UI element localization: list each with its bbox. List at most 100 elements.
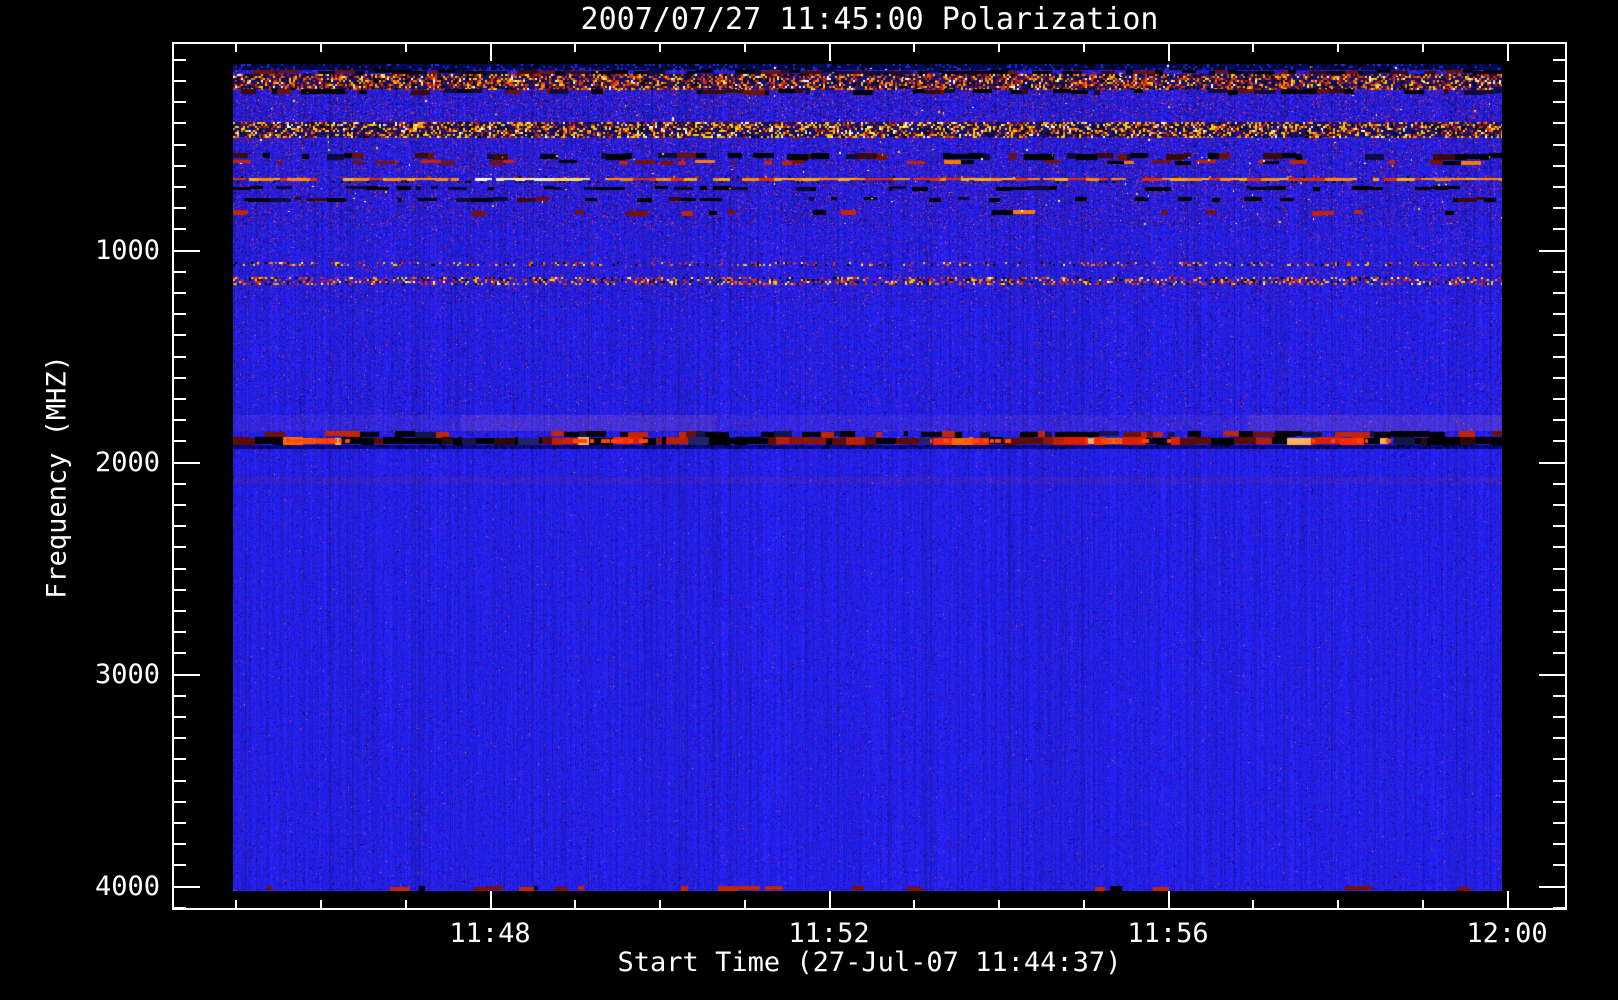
tick-mark	[574, 900, 576, 908]
tick-mark	[174, 886, 200, 888]
spectrogram-page: 2007/07/27 11:45:00 Polarization 1000 200…	[0, 0, 1618, 1000]
tick-mark	[1553, 907, 1565, 909]
tick-mark	[1083, 44, 1085, 52]
x-tick-label: 11:52	[788, 918, 870, 949]
spectrogram-image	[233, 64, 1502, 891]
tick-mark	[174, 504, 186, 506]
tick-mark	[320, 44, 322, 52]
tick-mark	[1553, 186, 1565, 188]
tick-mark	[174, 228, 186, 230]
tick-mark	[174, 843, 186, 845]
tick-mark	[1553, 398, 1565, 400]
tick-mark	[998, 900, 1000, 908]
x-tick-label: 11:48	[449, 918, 531, 949]
tick-mark	[1553, 207, 1565, 209]
y-tick-label: 4000	[94, 871, 160, 902]
tick-mark	[174, 483, 186, 485]
tick-mark	[174, 674, 200, 676]
tick-mark	[1553, 504, 1565, 506]
tick-mark	[1553, 101, 1565, 103]
tick-mark	[1553, 546, 1565, 548]
tick-mark	[1553, 822, 1565, 824]
tick-mark	[1553, 652, 1565, 654]
tick-mark	[1553, 568, 1565, 570]
tick-mark	[1553, 356, 1565, 358]
tick-mark	[1553, 144, 1565, 146]
y-tick-label: 1000	[94, 235, 160, 266]
tick-mark	[174, 695, 186, 697]
tick-mark	[1553, 864, 1565, 866]
tick-mark	[1553, 313, 1565, 315]
tick-mark	[1553, 440, 1565, 442]
tick-mark	[744, 900, 746, 908]
tick-mark	[174, 716, 186, 718]
tick-mark	[1553, 843, 1565, 845]
tick-mark	[574, 44, 576, 52]
tick-mark	[1507, 891, 1509, 908]
tick-mark	[174, 801, 186, 803]
tick-mark	[1553, 271, 1565, 273]
tick-mark	[1553, 122, 1565, 124]
x-tick-label: 11:56	[1127, 918, 1209, 949]
tick-mark	[174, 186, 186, 188]
tick-mark	[490, 44, 492, 61]
tick-mark	[174, 631, 186, 633]
tick-mark	[174, 737, 186, 739]
tick-mark	[1553, 610, 1565, 612]
tick-mark	[405, 900, 407, 908]
tick-mark	[405, 44, 407, 52]
tick-mark	[320, 900, 322, 908]
tick-mark	[1507, 44, 1509, 61]
tick-mark	[174, 165, 186, 167]
tick-mark	[174, 101, 186, 103]
tick-mark	[1553, 419, 1565, 421]
tick-mark	[174, 80, 186, 82]
tick-mark	[174, 525, 186, 527]
tick-mark	[1252, 44, 1254, 52]
tick-mark	[174, 758, 186, 760]
tick-mark	[1553, 589, 1565, 591]
tick-mark	[1539, 886, 1565, 888]
tick-mark	[1337, 44, 1339, 52]
tick-mark	[174, 780, 186, 782]
tick-mark	[235, 44, 237, 52]
tick-mark	[1553, 165, 1565, 167]
tick-mark	[490, 891, 492, 908]
tick-mark	[174, 652, 186, 654]
tick-mark	[1553, 695, 1565, 697]
tick-mark	[998, 44, 1000, 52]
tick-mark	[174, 377, 186, 379]
tick-mark	[174, 292, 186, 294]
x-axis-label: Start Time (27-Jul-07 11:44:37)	[617, 947, 1122, 978]
y-tick-label: 3000	[94, 659, 160, 690]
tick-mark	[1422, 900, 1424, 908]
tick-mark	[1553, 334, 1565, 336]
tick-mark	[1553, 59, 1565, 61]
tick-mark	[1553, 377, 1565, 379]
tick-mark	[174, 122, 186, 124]
tick-mark	[174, 334, 186, 336]
tick-mark	[174, 864, 186, 866]
tick-mark	[659, 900, 661, 908]
tick-mark	[1553, 80, 1565, 82]
tick-mark	[174, 589, 186, 591]
tick-mark	[1539, 674, 1565, 676]
tick-mark	[1553, 631, 1565, 633]
tick-mark	[174, 250, 200, 252]
tick-mark	[174, 462, 200, 464]
tick-mark	[913, 44, 915, 52]
y-axis-label: Frequency (MHZ)	[41, 355, 73, 599]
tick-mark	[913, 900, 915, 908]
tick-mark	[1252, 900, 1254, 908]
tick-mark	[174, 356, 186, 358]
tick-mark	[1553, 525, 1565, 527]
tick-mark	[829, 44, 831, 61]
tick-mark	[174, 271, 186, 273]
tick-mark	[174, 907, 186, 909]
tick-mark	[1553, 228, 1565, 230]
x-tick-label: 12:00	[1466, 918, 1548, 949]
tick-mark	[174, 207, 186, 209]
tick-mark	[1553, 801, 1565, 803]
tick-mark	[174, 440, 186, 442]
tick-mark	[174, 546, 186, 548]
